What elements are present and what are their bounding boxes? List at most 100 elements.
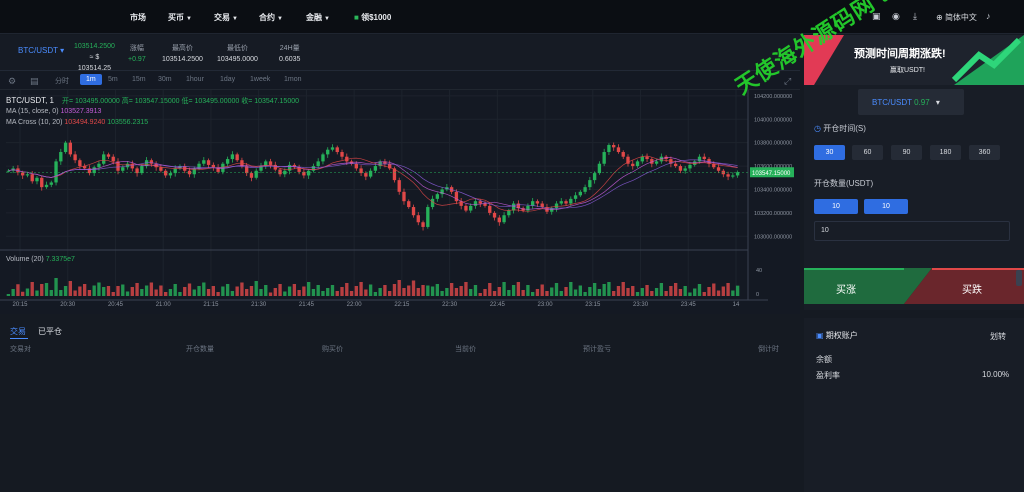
option-account: ▣ 期权账户 划转 余额 盈利率 10.00% [804,318,1024,492]
volume-bar [621,282,625,296]
volume-bar [178,292,182,296]
volume-bar [68,281,73,296]
volume-bar [240,282,244,296]
pair-select[interactable]: BTC/USDT ▾ [18,46,64,55]
volume-bar [426,285,430,296]
tf-30m[interactable]: 30m [158,76,172,83]
volume-bar [116,286,120,296]
tf-1hour[interactable]: 1hour [186,76,204,83]
nav-trade[interactable]: 交易 ▼ [214,12,238,23]
volume-bar [535,289,540,296]
volume-bar [283,291,287,296]
volume-bar [278,284,282,296]
volume-bar [202,282,206,296]
nav-finance[interactable]: 金融 ▼ [306,12,330,23]
chart-type-icon[interactable]: ▤ [30,76,39,87]
volume-bar [550,287,554,296]
tab-closed[interactable]: 已平仓 [38,326,62,337]
volume-bar [221,286,225,296]
volume-bar [454,288,459,296]
candle-body [30,174,34,182]
volume-bar [402,288,406,296]
volume-bar [716,290,721,296]
volume-bar [430,286,435,296]
time-tick-label: 21:45 [299,302,315,308]
legend-volume: Volume (20) 7.3375e7 [6,256,75,263]
buy-up-button[interactable]: 买涨 [836,281,856,296]
candle-body [645,156,649,160]
scrollbar-thumb[interactable] [1016,270,1022,286]
candle-body [735,172,740,176]
volume-bar [488,283,492,296]
volume-bar [125,291,130,296]
candle-body [469,205,473,211]
volume-bar [40,284,44,296]
volume-bar [511,285,516,296]
tf-realtime[interactable]: 分时 [55,76,69,86]
time-180[interactable]: 180 [930,145,961,160]
volume-bar [640,288,644,296]
candle-body [397,180,401,192]
volume-bar [678,289,683,296]
candle-body [597,163,602,174]
volume-bar [259,289,263,296]
low-block: 最低价 103495.0000 [217,45,258,63]
gift-icon: ■ [354,13,359,22]
volume-bar [121,284,125,296]
volume-tick-label: 40 [756,268,762,274]
candle-body [230,154,235,160]
candle-body [54,161,58,183]
download-icon[interactable]: ⤓ [913,11,917,22]
tf-1mon[interactable]: 1mon [284,76,302,83]
volume-bar [306,282,311,296]
change-block: 涨幅 +0.97 [128,45,146,63]
nav-market[interactable]: 市场 [130,12,146,23]
candle-body [73,154,77,161]
volume-bar [669,286,673,296]
settings-icon[interactable]: ⚙ [8,76,16,87]
tab-underline [10,338,28,339]
volume-bar [411,280,416,296]
qty-input[interactable]: 10 [814,221,1010,241]
nav-buy-coin[interactable]: 买币 ▼ [168,12,192,23]
tf-1week[interactable]: 1week [250,76,270,83]
volume-bar [245,289,249,296]
volume-bar [63,286,68,296]
fullscreen-icon[interactable]: ⤢ [784,76,791,87]
volume-bar [273,288,277,296]
time-60[interactable]: 60 [852,145,883,160]
volume-bar [326,288,330,296]
notification-icon[interactable]: ♪ [986,11,991,21]
chart-area[interactable]: ⚙ ▤ 分时 1m 5m 15m 30m 1hour 1day 1week 1m… [0,72,800,314]
tf-1m[interactable]: 1m [80,74,102,85]
tf-15m[interactable]: 15m [132,76,146,83]
tf-5m[interactable]: 5m [108,76,118,83]
volume-bar [650,291,654,296]
candle-body [225,159,230,164]
time-90[interactable]: 90 [891,145,922,160]
tab-trading[interactable]: 交易 [10,326,26,337]
time-tick-label: 21:00 [156,302,172,308]
language-select[interactable]: ⊕ 简体中文 [936,12,977,23]
qty-10-b[interactable]: 10 [864,199,908,214]
buy-down-button[interactable]: 买跌 [962,281,982,296]
candle-body [206,160,211,165]
volume-bar [616,286,621,296]
nav-promo[interactable]: ■ 领$1000 [354,12,391,23]
panel-pair-select[interactable]: BTC/USDT 0.97 ▾ [858,89,964,115]
time-360[interactable]: 360 [969,145,1000,160]
user-icon[interactable]: ◉ [892,11,900,22]
volume-bar [87,290,92,296]
transfer-link[interactable]: 划转 [990,331,1006,342]
volume-bar [459,286,463,296]
candle-body [607,145,611,153]
candle-body [678,166,683,171]
volume-bar [492,291,497,296]
tf-1day[interactable]: 1day [220,76,235,83]
volume-bar [435,284,440,296]
qty-10-a[interactable]: 10 [814,199,858,214]
account-title: ▣ 期权账户 [816,331,858,340]
price-block: 103514.2500 ≈ $ 103514.25 [74,41,115,74]
time-30[interactable]: 30 [814,145,845,160]
nav-contract[interactable]: 合约 ▼ [259,12,283,23]
